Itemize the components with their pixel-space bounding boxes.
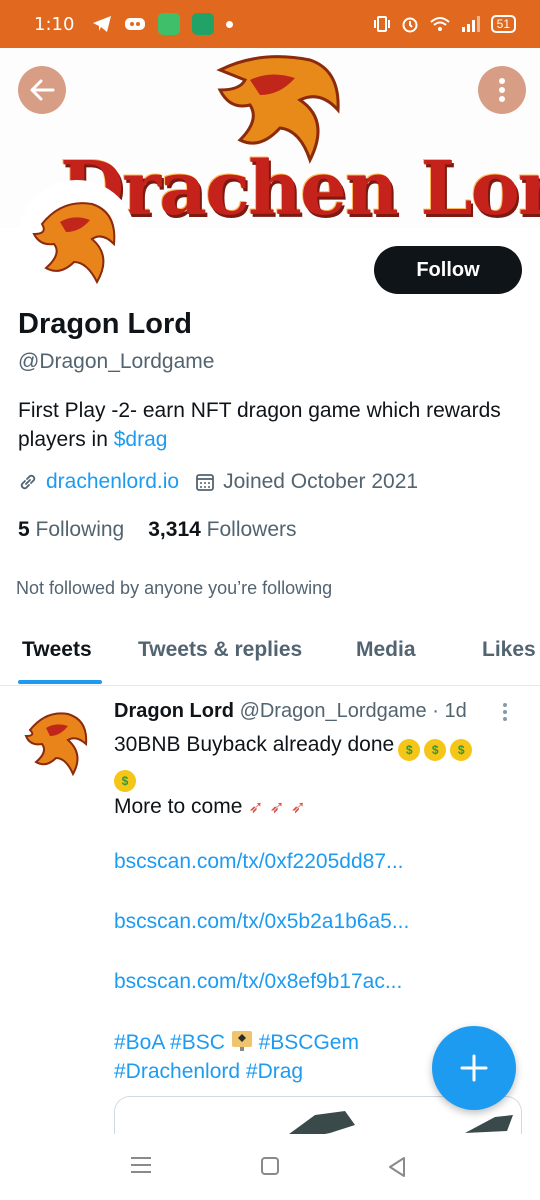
nav-menu-button[interactable] xyxy=(130,1156,152,1179)
tweet-age: 1d xyxy=(444,700,467,722)
status-bar: 1:10 51 xyxy=(0,0,540,48)
follow-counts: 5 Following 3,314 Followers xyxy=(18,518,297,542)
profile-name: Dragon Lord xyxy=(18,308,192,340)
followers-label: Followers xyxy=(206,518,297,541)
rocket-emoji-icon: ➶ xyxy=(290,797,306,817)
bio-text: First Play -2- earn NFT dragon game whic… xyxy=(18,399,501,451)
profile-meta: drachenlord.io Joined October 2021 xyxy=(18,470,418,494)
tweet-line-1: 30BNB Buyback already done xyxy=(114,733,395,756)
more-notifications-dot xyxy=(226,20,234,28)
plus-icon xyxy=(460,1054,488,1082)
back-arrow-icon xyxy=(30,79,55,101)
tweet-link-2[interactable]: bscscan.com/tx/0x5b2a1b6a5... xyxy=(114,910,409,934)
app-notification-icon xyxy=(158,13,181,35)
vibrate-icon xyxy=(373,16,390,32)
app-notification-icon-2 xyxy=(192,13,215,35)
hashtags-boa-bsc[interactable]: #BoA #BSC xyxy=(114,1031,225,1054)
hashtag-bscgem[interactable]: #BSCGem xyxy=(259,1031,359,1054)
tweet-header: Dragon Lord @Dragon_Lordgame · 1d xyxy=(114,700,467,723)
back-triangle-icon xyxy=(389,1157,405,1177)
rocket-emoji-icon: ➶ xyxy=(269,797,285,817)
profile-avatar[interactable] xyxy=(18,180,136,298)
following-link[interactable]: 5 Following xyxy=(18,518,124,542)
back-button[interactable] xyxy=(18,66,66,114)
following-count: 5 xyxy=(18,518,30,541)
not-followed-note: Not followed by anyone you’re following xyxy=(16,578,333,598)
tweet-avatar-dragon-image xyxy=(18,700,98,780)
tweet-hashtags-1[interactable]: #BoA #BSC #BSCGem xyxy=(114,1030,359,1055)
discord-icon xyxy=(125,18,146,30)
following-label: Following xyxy=(35,518,125,541)
active-tab-indicator xyxy=(18,680,102,684)
profile-tabs: Tweets Tweets & replies Media Likes xyxy=(0,620,540,686)
followers-link[interactable]: 3,314 Followers xyxy=(148,518,296,542)
tweet-line-2: More to come xyxy=(114,795,243,818)
followers-count: 3,314 xyxy=(148,518,201,541)
system-nav-bar xyxy=(0,1134,540,1200)
more-options-button[interactable] xyxy=(478,66,526,114)
money-mouth-emoji-icon: $ xyxy=(398,739,421,761)
alarm-icon xyxy=(402,17,418,33)
nav-back-button[interactable] xyxy=(386,1156,408,1183)
tab-tweets-replies[interactable]: Tweets & replies xyxy=(138,638,302,662)
website-link[interactable]: drachenlord.io xyxy=(46,470,179,494)
money-mouth-emoji-icon: $ xyxy=(424,739,447,761)
joined-date: Joined October 2021 xyxy=(223,470,419,493)
battery-indicator: 51 xyxy=(490,15,516,33)
rocket-emoji-icon: ➶ xyxy=(248,797,264,817)
more-vertical-icon xyxy=(503,703,507,721)
status-time: 1:10 xyxy=(34,13,75,35)
link-icon xyxy=(20,474,36,490)
more-vertical-icon xyxy=(499,78,505,102)
nav-home-button[interactable] xyxy=(260,1156,280,1181)
menu-icon xyxy=(131,1157,151,1173)
tweet-author-handle: @Dragon_Lordgame xyxy=(239,700,427,722)
tweet-link-3[interactable]: bscscan.com/tx/0x8ef9b17ac... xyxy=(114,970,402,994)
money-mouth-emoji-icon: $ xyxy=(450,739,473,761)
tweet-link-1[interactable]: bscscan.com/tx/0xf2205dd87... xyxy=(114,850,404,874)
tweet-avatar[interactable] xyxy=(18,700,98,780)
tab-likes[interactable]: Likes xyxy=(482,638,536,662)
tweet-body: 30BNB Buyback already done $ $ $ $ More to … xyxy=(114,730,514,822)
profile-handle: @Dragon_Lordgame xyxy=(18,350,215,373)
avatar-dragon-image xyxy=(22,184,132,294)
home-square-icon xyxy=(261,1157,279,1175)
profile-bio: First Play -2- earn NFT dragon game whic… xyxy=(18,396,518,454)
money-mouth-emoji-icon: $ xyxy=(114,770,136,792)
calendar-icon xyxy=(196,474,214,491)
telegram-icon xyxy=(93,16,112,32)
tab-media[interactable]: Media xyxy=(356,638,416,662)
tweet-author-name[interactable]: Dragon Lord xyxy=(114,700,234,722)
follow-button[interactable]: Follow xyxy=(374,246,522,294)
tweet-hashtags-2[interactable]: #Drachenlord #Drag xyxy=(114,1060,303,1084)
tab-tweets[interactable]: Tweets xyxy=(22,638,92,662)
wifi-icon xyxy=(429,17,450,31)
tweet-separator: · xyxy=(432,700,439,722)
binance-emoji-icon xyxy=(231,1031,252,1051)
tweet-more-button[interactable] xyxy=(502,702,508,728)
compose-tweet-button[interactable] xyxy=(432,1026,516,1110)
signal-icon xyxy=(461,16,480,32)
bio-cashtag-link[interactable]: $drag xyxy=(114,428,168,451)
